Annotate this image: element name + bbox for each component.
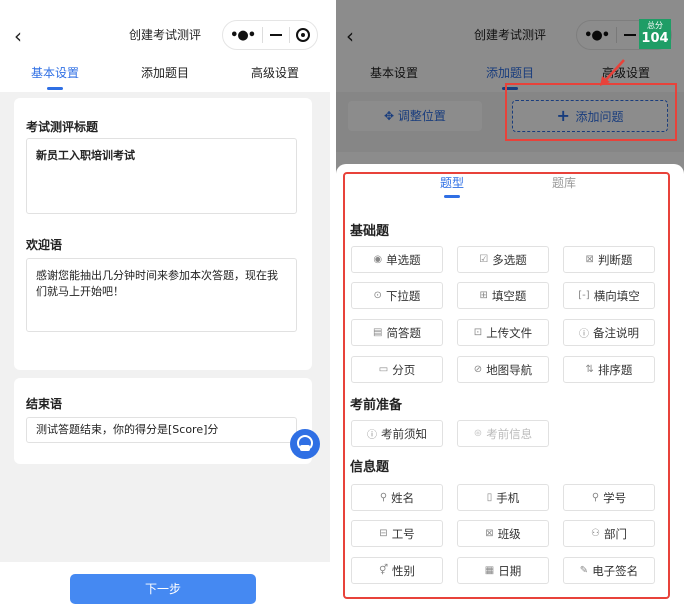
ending-input[interactable]: 测试答题结束，你的得分是[Score]分: [26, 417, 297, 443]
qtype-short-answer[interactable]: ▤ 简答题: [351, 319, 443, 346]
qtype-dropdown[interactable]: ⊙ 下拉题: [351, 282, 443, 309]
tab-basic-settings[interactable]: 基本设置: [336, 58, 452, 92]
settings-card: 考试测评标题 新员工入职培训考试 欢迎语 感谢您能抽出几分钟时间来参加本次答题，…: [14, 98, 312, 370]
page-icon: ▭: [378, 364, 389, 375]
qtype-note[interactable]: ⓘ 备注说明: [563, 319, 655, 346]
close-icon[interactable]: [290, 28, 317, 42]
qtype-student-id[interactable]: ⚲ 学号: [563, 484, 655, 511]
qtype-signature[interactable]: ✎ 电子签名: [563, 557, 655, 584]
adjust-position-button[interactable]: ✥ 调整位置: [348, 101, 482, 131]
minimize-icon[interactable]: [263, 34, 288, 36]
action-row: ✥ 调整位置 + 添加问题: [336, 92, 684, 152]
judge-icon: ⊠: [585, 254, 594, 265]
next-step-button[interactable]: 下一步: [70, 574, 256, 604]
tab-question-bank[interactable]: 题库: [552, 174, 576, 191]
add-question-button[interactable]: + 添加问题: [512, 100, 668, 132]
settings-form: 考试测评标题 新员工入职培训考试 欢迎语 感谢您能抽出几分钟时间来参加本次答题，…: [0, 92, 330, 562]
qtype-employee-id[interactable]: ⊟ 工号: [351, 520, 443, 547]
more-icon[interactable]: •●•: [577, 28, 616, 43]
tab-question-types[interactable]: 题型: [440, 174, 464, 198]
qtype-phone[interactable]: ▯ 手机: [457, 484, 549, 511]
badge-icon: ⊟: [379, 528, 388, 539]
qtype-fill-blank[interactable]: ⊞ 填空题: [457, 282, 549, 309]
student-icon: ⚲: [591, 492, 600, 503]
qtype-class[interactable]: ⊠ 班级: [457, 520, 549, 547]
pen-icon: ✎: [579, 565, 589, 576]
bracket-icon: [-]: [578, 290, 590, 301]
section-info: 信息题: [350, 460, 390, 475]
bottom-bar: 下一步: [0, 562, 330, 615]
user-icon: ⚲: [379, 492, 388, 503]
tab-advanced-settings[interactable]: 高级设置: [220, 58, 330, 92]
total-score-badge: 总分 104: [639, 19, 671, 49]
move-icon: ✥: [384, 109, 398, 123]
qtype-map-navigation[interactable]: ⊘ 地图导航: [457, 356, 549, 383]
phone-icon: ▯: [486, 492, 493, 503]
qtype-true-false[interactable]: ⊠ 判断题: [563, 246, 655, 273]
section-prep: 考前准备: [350, 398, 403, 413]
info-icon: ⓘ: [579, 329, 589, 340]
checkbox-icon: ☑: [479, 254, 489, 265]
info-icon: ⓘ: [367, 430, 377, 441]
tab-basic-settings[interactable]: 基本设置: [0, 58, 110, 92]
left-screen: ‹ 创建考试测评 •●• 基本设置 添加题目 高级设置 考试测评标题 新员工入职…: [0, 0, 330, 615]
ending-card: 结束语 测试答题结束，你的得分是[Score]分: [14, 378, 312, 464]
tab-add-questions[interactable]: 添加题目: [110, 58, 220, 92]
tab-advanced-settings[interactable]: 高级设置: [568, 58, 684, 92]
question-type-sheet: 题型 题库 基础题 ◉ 单选题 ☑ 多选题 ⊠ 判断题 ⊙ 下拉题 ⊞ 填空题 [-] 横向…: [336, 164, 684, 615]
qtype-name[interactable]: ⚲ 姓名: [351, 484, 443, 511]
tab-bar: 基本设置 添加题目 高级设置: [0, 58, 330, 92]
qtype-upload-file[interactable]: ⊡ 上传文件: [457, 319, 549, 346]
qtype-pagination[interactable]: ▭ 分页: [351, 356, 443, 383]
title-label: 考试测评标题: [26, 120, 99, 134]
qtype-department[interactable]: ⚇ 部门: [563, 520, 655, 547]
sheet-tabs: 题型 题库: [336, 174, 684, 200]
welcome-label: 欢迎语: [26, 238, 63, 252]
right-screen: ‹ 创建考试测评 •●• 基本设置 添加题目 高级设置 ✥ 调整位置 + 添加问…: [336, 0, 684, 615]
tab-add-questions[interactable]: 添加题目: [452, 58, 568, 92]
compass-icon: ⊘: [473, 364, 483, 375]
sort-icon: ⇅: [585, 364, 594, 375]
plus-icon: +: [556, 106, 576, 125]
dropdown-icon: ⊙: [373, 290, 382, 301]
upload-icon: ⊡: [473, 327, 483, 338]
more-icon[interactable]: •●•: [223, 28, 262, 43]
document-icon: ▤: [373, 327, 383, 338]
mini-program-capsule: •●•: [222, 20, 318, 50]
nav-bar: ‹ 创建考试测评 •●•: [336, 0, 684, 58]
nav-bar: ‹ 创建考试测评 •●•: [0, 0, 330, 58]
qtype-multi-choice[interactable]: ☑ 多选题: [457, 246, 549, 273]
org-icon: ⚇: [591, 528, 600, 539]
customer-service-icon[interactable]: [290, 429, 320, 459]
radio-icon: ◉: [373, 254, 383, 265]
qtype-gender[interactable]: ⚥ 性别: [351, 557, 443, 584]
calendar-icon: ▦: [484, 565, 495, 576]
tab-bar: 基本设置 添加题目 高级设置: [336, 58, 684, 92]
qtype-exam-info: ⊛ 考前信息: [457, 420, 549, 447]
welcome-input[interactable]: 感谢您能抽出几分钟时间来参加本次答题，现在我们就马上开始吧！: [26, 258, 297, 332]
qtype-exam-notice[interactable]: ⓘ 考前须知: [351, 420, 443, 447]
section-basic: 基础题: [350, 224, 390, 239]
qtype-single-choice[interactable]: ◉ 单选题: [351, 246, 443, 273]
class-icon: ⊠: [485, 528, 494, 539]
info-circle-icon: ⊛: [473, 428, 483, 439]
gender-icon: ⚥: [378, 565, 389, 576]
ending-label: 结束语: [26, 397, 63, 411]
qtype-date[interactable]: ▦ 日期: [457, 557, 549, 584]
qtype-horizontal-fill[interactable]: [-] 横向填空: [563, 282, 655, 309]
qtype-sorting[interactable]: ⇅ 排序题: [563, 356, 655, 383]
title-input[interactable]: 新员工入职培训考试: [26, 138, 297, 214]
text-icon: ⊞: [479, 290, 488, 301]
